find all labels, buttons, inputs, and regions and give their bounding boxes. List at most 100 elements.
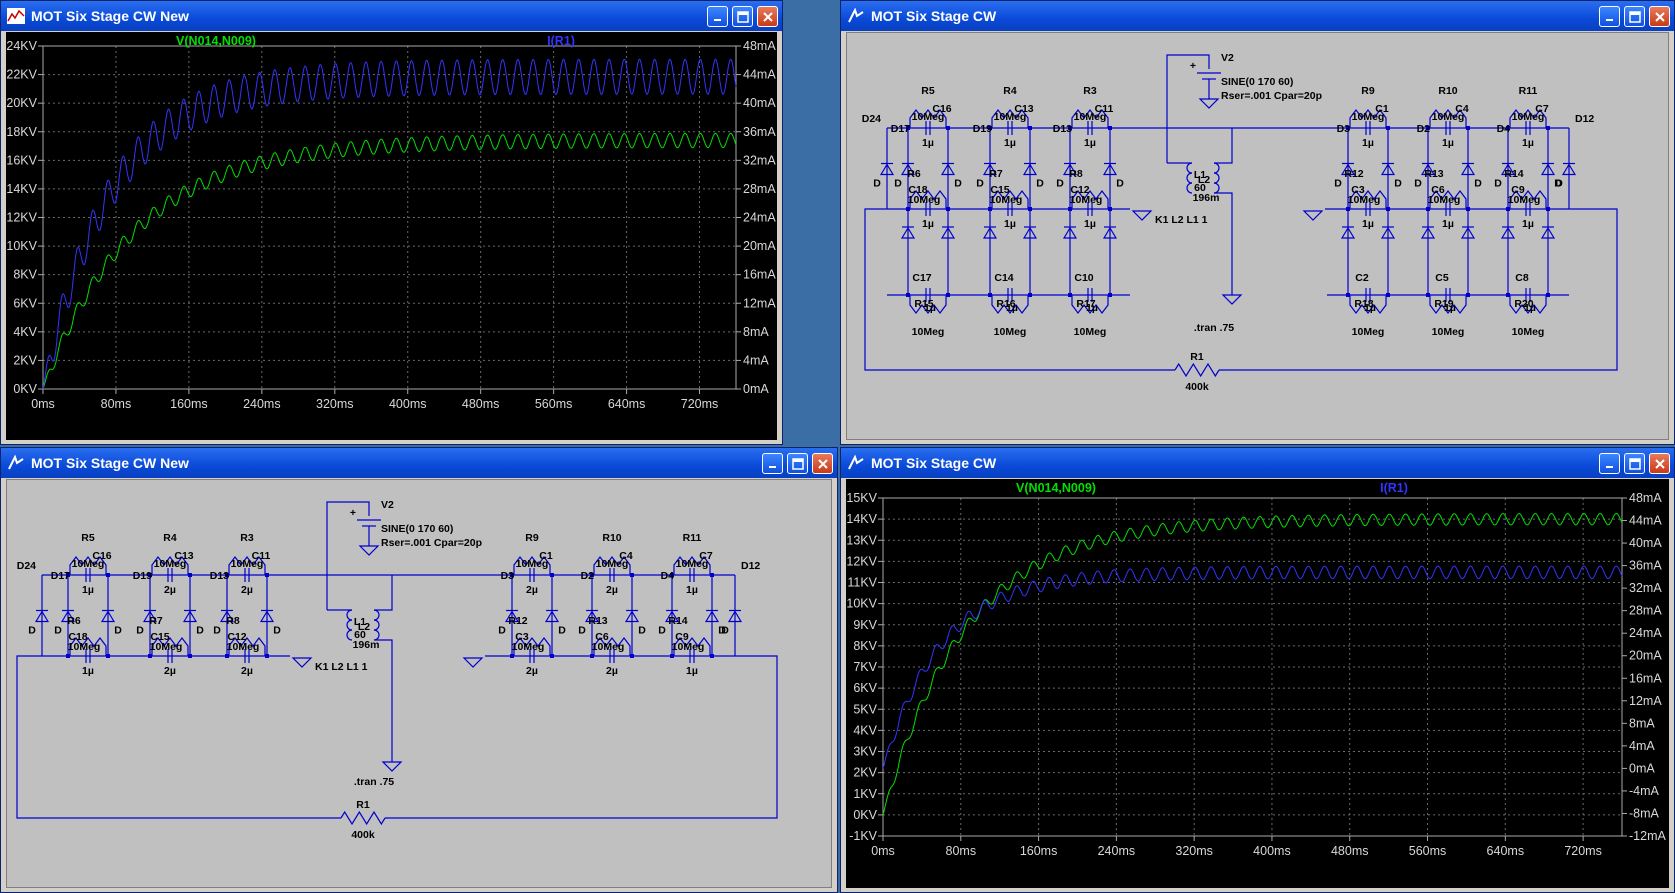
close-button[interactable] [812, 453, 833, 474]
y-right-tick-label: 8mA [1629, 716, 1655, 730]
component-label: R8 [1069, 168, 1083, 180]
y-right-tick-label: 4mA [1629, 739, 1655, 753]
component-label: D13 [1053, 123, 1072, 135]
ground-symbol [1302, 210, 1324, 221]
component-label: R5 [81, 532, 95, 544]
y-left-tick-label: 10KV [846, 597, 877, 611]
window-titlebar[interactable]: MOT Six Stage CW [841, 448, 1674, 478]
schematic-drawing[interactable]: R1400kD24DD12DD DR510MegC161µD17R610MegC1… [847, 33, 1670, 441]
component-label: R11 [1519, 85, 1538, 97]
window-titlebar[interactable]: MOT Six Stage CW [841, 1, 1674, 31]
window-titlebar[interactable]: MOT Six Stage CW New [1, 448, 837, 478]
x-tick-label: 560ms [535, 397, 573, 411]
waveform-chart[interactable]: -1KV 0KV 1KV 2KV 3KV 4KV 5KV 6KV 7KV 8KV 9KV 10KV 11… [846, 479, 1669, 890]
component-label: R11 [683, 532, 702, 544]
component-label: D [273, 625, 281, 637]
waveform-window-4[interactable]: MOT Six Stage CW -1KV 0KV 1KV 2KV 3KV 4KV 5KV 6… [840, 447, 1675, 893]
component-label: K1 L2 L1 1 [1155, 214, 1208, 226]
component-label: 1µ [1362, 137, 1374, 149]
minimize-button[interactable] [1599, 453, 1620, 474]
schematic-window-2[interactable]: MOT Six Stage CW R1 400k D24 D D12 D D D R5 10Meg… [840, 0, 1675, 445]
component-label: D2 [581, 570, 595, 582]
y-right-tick-label: 40mA [1629, 536, 1662, 550]
y-left-tick-label: 22KV [6, 68, 37, 82]
trace-current [42, 58, 737, 390]
y-left-tick-label: 9KV [853, 618, 877, 632]
component-label: C3 [1351, 184, 1365, 196]
resistor-symbol [340, 810, 386, 826]
component-label: R12 [508, 615, 527, 627]
component-label: .tran .75 [1194, 322, 1234, 334]
component-label: 2µ [164, 665, 176, 677]
component-label: C16 [92, 550, 111, 562]
minimize-button[interactable] [707, 6, 728, 27]
y-right-tick-label: -8mA [1629, 806, 1660, 820]
maximize-button[interactable] [1624, 6, 1645, 27]
component-label: 1µ [1522, 218, 1534, 230]
close-button[interactable] [1649, 6, 1670, 27]
component-label: D17 [891, 123, 910, 135]
y-right-tick-label: 20mA [743, 239, 776, 253]
minimize-button[interactable] [762, 453, 783, 474]
window-title: MOT Six Stage CW New [31, 455, 189, 471]
component-label: R9 [1361, 85, 1375, 97]
component-label: D [1334, 178, 1342, 190]
maximize-button[interactable] [732, 6, 753, 27]
transformer-coil [1213, 162, 1220, 174]
x-tick-label: 160ms [170, 397, 208, 411]
component-label: C4 [1455, 103, 1469, 115]
y-left-tick-label: 1KV [853, 787, 877, 801]
y-right-tick-label: 44mA [743, 68, 776, 82]
component-label: + [1190, 60, 1196, 72]
window-title: MOT Six Stage CW [871, 455, 997, 471]
component-label: C5 [1435, 272, 1449, 284]
y-left-tick-label: 0KV [13, 382, 37, 396]
x-tick-label: 160ms [1020, 844, 1058, 858]
component-label: C11 [252, 550, 271, 562]
component-label: R9 [525, 532, 539, 544]
schematic-window-3[interactable]: MOT Six Stage CW New R1 400k D24 D D12 D D D R5 1… [0, 447, 838, 893]
waveform-plot-pane[interactable]: 0KV 2KV 4KV 6KV 8KV 10KV 12KV 14KV 16KV 18KV 20KV 2… [6, 32, 777, 440]
window-titlebar[interactable]: MOT Six Stage CW New [1, 1, 782, 31]
component-label: C1 [1375, 103, 1389, 115]
schematic-canvas[interactable]: R1 400k D24 D D12 D D D R5 10Meg C16 1µ D17 R6 10Meg C1… [6, 479, 832, 888]
y-right-tick-label: 48mA [1629, 491, 1662, 505]
waveform-window-1[interactable]: MOT Six Stage CW New 0KV 2KV 4KV 6KV 8KV 10KV… [0, 0, 783, 445]
y-right-tick-label: 36mA [743, 125, 776, 139]
component-label: D [558, 625, 566, 637]
source-wire [1214, 128, 1233, 164]
schematic-drawing[interactable]: R1400kD24DD12DD DR510MegC161µD17R610MegC1… [7, 480, 833, 891]
y-left-tick-label: 20KV [6, 96, 37, 110]
load-wire [16, 655, 341, 819]
minimize-button[interactable] [1599, 6, 1620, 27]
component-label: D [873, 178, 881, 190]
schematic-canvas[interactable]: R1 400k D24 D D12 D D D R5 10Meg C16 1µ D17 R6 10Meg C1… [846, 32, 1669, 440]
maximize-button[interactable] [787, 453, 808, 474]
trace-voltage [42, 132, 737, 390]
y-right-tick-label: 12mA [1629, 694, 1662, 708]
component-label: C14 [994, 272, 1013, 284]
component-label: 1µ [1004, 218, 1016, 230]
component-label: D [28, 625, 36, 637]
trace-voltage [882, 512, 1623, 816]
close-button[interactable] [757, 6, 778, 27]
component-label: 10Meg [1512, 326, 1545, 338]
y-right-tick-label: 44mA [1629, 514, 1662, 528]
load-wire [1219, 208, 1618, 371]
y-right-tick-label: 0mA [1629, 761, 1655, 775]
component-label: 1µ [922, 137, 934, 149]
waveform-plot-pane[interactable]: -1KV 0KV 1KV 2KV 3KV 4KV 5KV 6KV 7KV 8KV 9KV 10KV 11… [846, 479, 1669, 888]
component-label: 1µ [1524, 302, 1536, 314]
component-label: D [1036, 178, 1044, 190]
ground-symbol [1198, 98, 1220, 109]
transformer-coil [373, 619, 380, 631]
load-wire [385, 655, 778, 819]
component-label: D [976, 178, 984, 190]
component-label: C11 [1095, 103, 1114, 115]
component-label: 2µ [526, 584, 538, 596]
close-button[interactable] [1649, 453, 1670, 474]
waveform-chart[interactable]: 0KV 2KV 4KV 6KV 8KV 10KV 12KV 14KV 16KV 18KV 20KV 2… [6, 32, 777, 440]
component-label: D [1056, 178, 1064, 190]
maximize-button[interactable] [1624, 453, 1645, 474]
component-label: R8 [226, 615, 240, 627]
